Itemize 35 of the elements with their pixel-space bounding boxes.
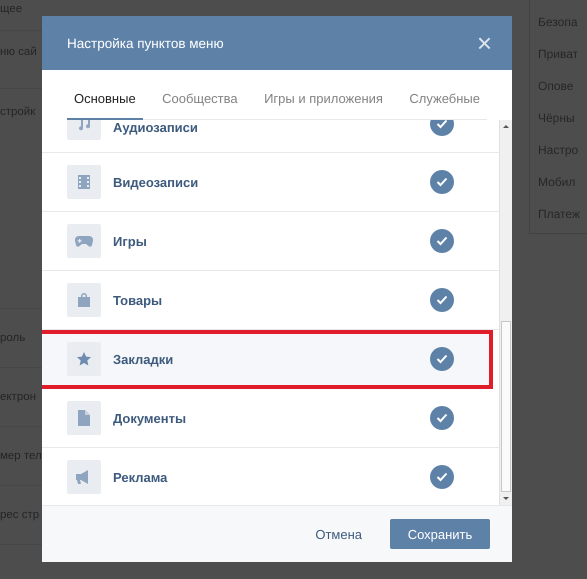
checkbox[interactable]	[430, 170, 454, 194]
tab[interactable]: Сообщества	[155, 88, 245, 120]
gamepad-icon	[75, 234, 93, 248]
checkmark-icon	[436, 295, 448, 305]
checkmark-icon	[436, 413, 448, 423]
shopping-bag-icon	[77, 292, 91, 308]
item-label: Видеозаписи	[113, 174, 200, 190]
menu-item-row[interactable]: Аудиозаписи	[42, 120, 499, 153]
item-label: Документы	[113, 410, 188, 426]
tab[interactable]: Служебные	[402, 88, 487, 120]
menu-item-row[interactable]: Закладки	[42, 330, 493, 389]
checkmark-icon	[436, 354, 448, 364]
checkmark-icon	[436, 120, 448, 129]
checkmark-icon	[436, 472, 448, 482]
item-label: Игры	[113, 234, 148, 248]
star-icon	[76, 351, 92, 367]
document-icon	[78, 410, 90, 426]
item-label: Товары	[113, 292, 164, 308]
checkmark-icon	[436, 236, 448, 246]
save-button[interactable]: Сохранить	[390, 519, 490, 549]
checkbox[interactable]	[430, 465, 454, 489]
item-label: Закладки	[113, 352, 174, 366]
checkbox[interactable]	[430, 288, 454, 312]
checkmark-icon	[436, 177, 448, 187]
cancel-button[interactable]: Отмена	[299, 518, 378, 550]
dialog-title: Настройка пунктов меню	[67, 36, 224, 50]
checkbox[interactable]	[430, 406, 454, 430]
checkbox[interactable]	[430, 347, 454, 371]
item-label: Аудиозаписи	[113, 120, 199, 135]
checkbox[interactable]	[430, 229, 454, 253]
close-button[interactable]: ×	[476, 30, 492, 56]
film-icon	[76, 174, 92, 190]
item-label: Реклама	[113, 470, 168, 484]
scrollbar[interactable]	[499, 120, 512, 505]
tab[interactable]: Игры и приложения	[257, 88, 390, 120]
